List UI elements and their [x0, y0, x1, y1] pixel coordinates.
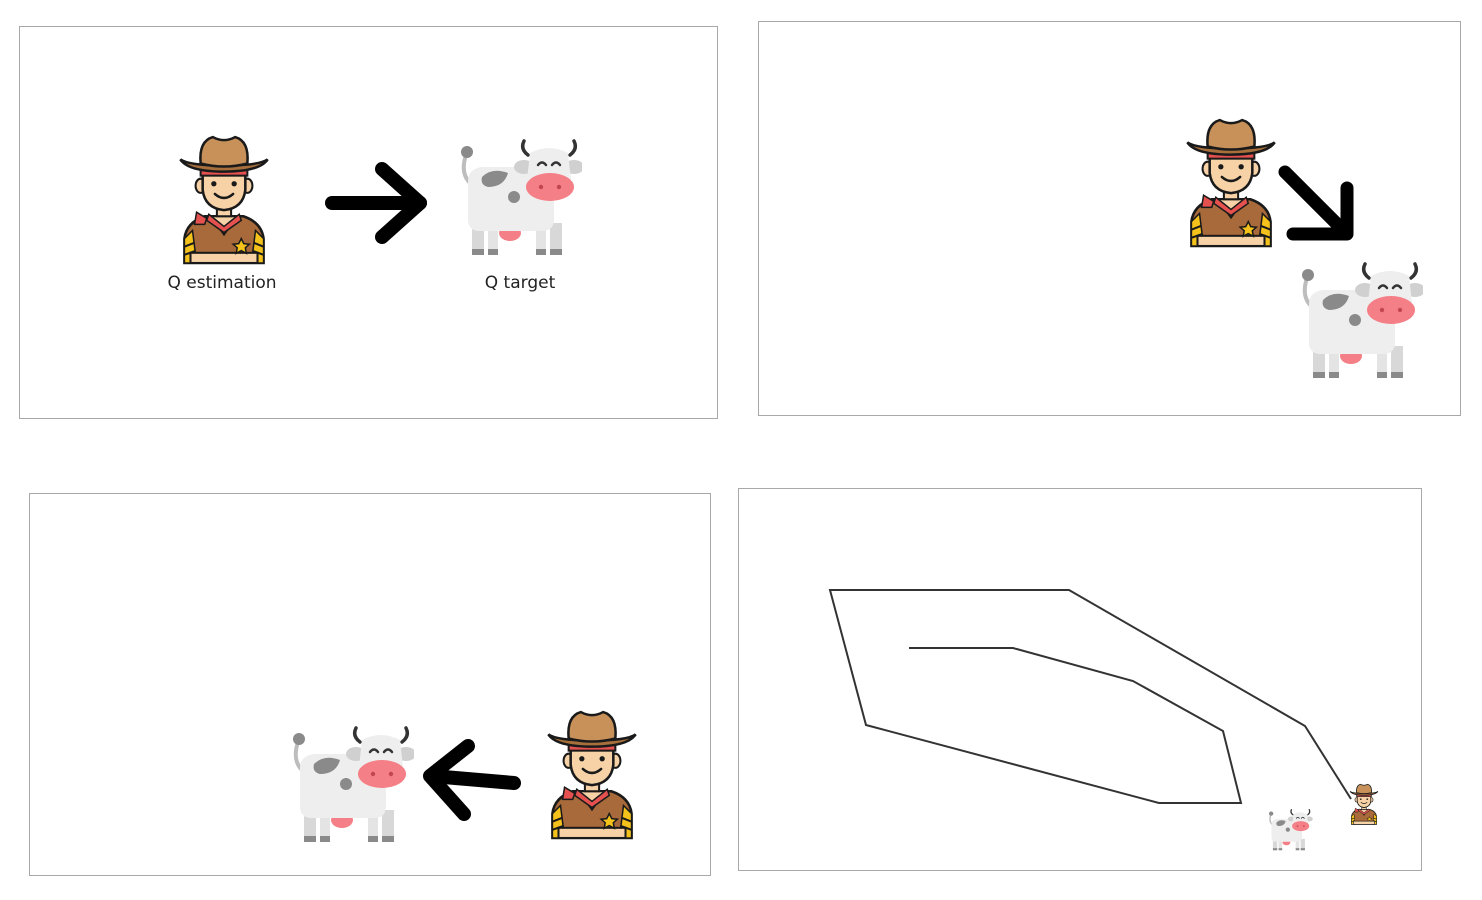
- q-estimation-label: Q estimation: [167, 273, 277, 293]
- left-arrow-icon: [423, 739, 521, 821]
- down-right-arrow-icon: [1278, 165, 1354, 241]
- path-line: [828, 589, 1352, 804]
- cowboy-icon: [547, 710, 637, 840]
- panel-2-drawing: [1186, 118, 1423, 380]
- cow-icon: [1268, 809, 1313, 851]
- cow-icon: [459, 139, 582, 257]
- panel-cowboy-above-cow: [758, 21, 1461, 416]
- q-target-label: Q target: [484, 273, 556, 293]
- panel-cowboy-to-cow-left: [29, 493, 711, 876]
- panel-1-drawing: [179, 135, 582, 265]
- right-arrow-icon: [325, 162, 427, 244]
- cow-icon: [291, 726, 414, 844]
- panel-4-drawing: [828, 589, 1379, 851]
- panel-trajectory: [738, 488, 1422, 871]
- cowboy-icon: [179, 135, 269, 265]
- panel-q-estimation-to-target: Q estimation Q target: [19, 26, 718, 419]
- cow-icon: [1300, 262, 1423, 380]
- cowboy-icon: [1349, 783, 1379, 825]
- cowboy-icon: [1186, 118, 1276, 248]
- panel-3-drawing: [291, 710, 637, 844]
